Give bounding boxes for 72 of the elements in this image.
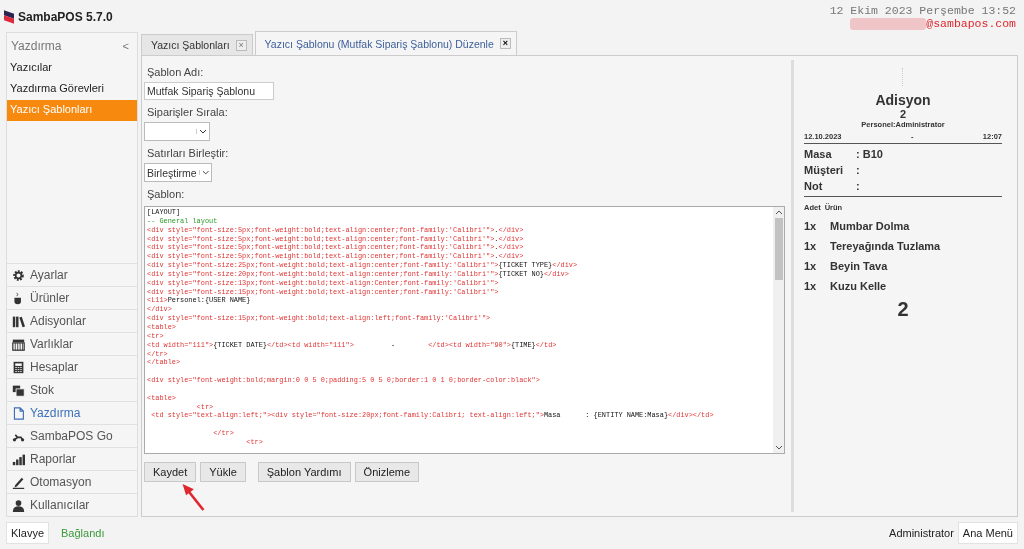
sidebar-header: Yazdırma (11, 38, 62, 53)
tab[interactable]: Yazıcı Şablonları × (141, 34, 253, 55)
field-label: Satırları Birleştir: (146, 146, 230, 161)
document-icon (12, 406, 25, 420)
receipt-value: : (856, 180, 860, 192)
item-name: Beyin Tava (830, 260, 888, 272)
receipt-label: Müşteri (804, 164, 845, 176)
pointer-arrow (180, 482, 206, 512)
date-time: 12 Ekim 2023 Perşembe 13:52 (829, 4, 1016, 17)
app-title: SambaPOS 5.7.0 (18, 10, 113, 24)
receipt-value: : (856, 164, 860, 176)
action-button[interactable]: Önizleme (354, 462, 420, 482)
caret-icon (198, 170, 209, 175)
keyboard-button[interactable]: Klavye (6, 522, 50, 544)
nav-item[interactable]: Stok (7, 378, 137, 401)
scroll-down-icon (774, 445, 783, 450)
nav-item[interactable]: Varlıklar (7, 332, 137, 355)
action-button[interactable]: Şablon Yardımı (257, 462, 351, 482)
sidebar-item[interactable]: Yazıcılar (7, 58, 137, 79)
ticket-number: 2 (898, 108, 908, 120)
receipt-title: Adisyon (874, 92, 932, 108)
bar-chart-icon (12, 452, 25, 466)
nav-item[interactable]: Adisyonlar (7, 309, 137, 332)
gear-icon (12, 268, 25, 282)
item-name: Kuzu Kelle (830, 280, 887, 292)
item-quantity: 1x (804, 240, 818, 252)
field-label: Şablon: (146, 187, 186, 202)
receipt-label: Masa (804, 148, 833, 160)
nav-item[interactable]: Hesaplar (7, 355, 137, 378)
receipt-value: : B10 (856, 148, 883, 160)
tab[interactable]: Yazıcı Şablonu (Mutfak Sipariş Şablonu) Düzenle × (254, 31, 517, 55)
calculator-icon (12, 360, 25, 374)
books-icon (12, 314, 25, 328)
caret-icon (196, 129, 207, 134)
scrollbar-thumb[interactable] (774, 218, 783, 280)
nav-item[interactable]: Raporlar (7, 447, 137, 470)
action-button[interactable]: Kaydet (144, 462, 197, 482)
nav-item[interactable]: Yazdırma (7, 401, 137, 424)
item-name: Mumbar Dolma (830, 220, 910, 232)
field-label: Şablon Adı: (146, 65, 205, 80)
input-field[interactable]: Mutfak Sipariş Şablonu (144, 82, 274, 100)
collapse-button[interactable]: < (118, 39, 133, 52)
item-quantity: 1x (804, 220, 818, 232)
nav-item[interactable]: Ürünler (7, 286, 137, 309)
code-editor[interactable] (144, 206, 785, 454)
connection-status: Bağlandı (61, 527, 105, 539)
field-label: Siparişler Sırala: (146, 105, 229, 120)
dropdown[interactable]: Birleştirme (144, 163, 212, 182)
scroll-up-icon (774, 210, 783, 215)
item-quantity: 1x (804, 280, 818, 292)
nav-item[interactable]: Ayarlar (7, 263, 137, 286)
close-button[interactable]: × (499, 38, 511, 49)
main-menu-button[interactable]: Ana Menü (957, 522, 1018, 544)
close-button[interactable]: × (235, 39, 247, 51)
pen-icon (12, 475, 25, 489)
sidebar-item[interactable]: Yazdırma Görevleri (7, 79, 137, 100)
grid-icon (12, 337, 25, 351)
item-quantity: 1x (804, 260, 818, 272)
item-name: Tereyağında Tuzlama (830, 240, 941, 252)
logo-icon (4, 10, 14, 24)
user-email: @sambapos.com (926, 17, 1016, 30)
stack-icon (12, 383, 25, 397)
action-button[interactable]: Yükle (200, 462, 246, 482)
receipt-label: Not (804, 180, 824, 192)
scrollbar[interactable] (773, 207, 784, 453)
nav-item[interactable]: Kullanıcılar (7, 493, 137, 516)
user-icon (12, 498, 25, 512)
dropdown[interactable] (144, 122, 210, 141)
nav-item[interactable]: SambaPOS Go (7, 424, 137, 447)
nav-item[interactable]: Otomasyon (7, 470, 137, 493)
receipt-total: 2 (896, 298, 910, 321)
user-name: Administrator (889, 527, 954, 539)
